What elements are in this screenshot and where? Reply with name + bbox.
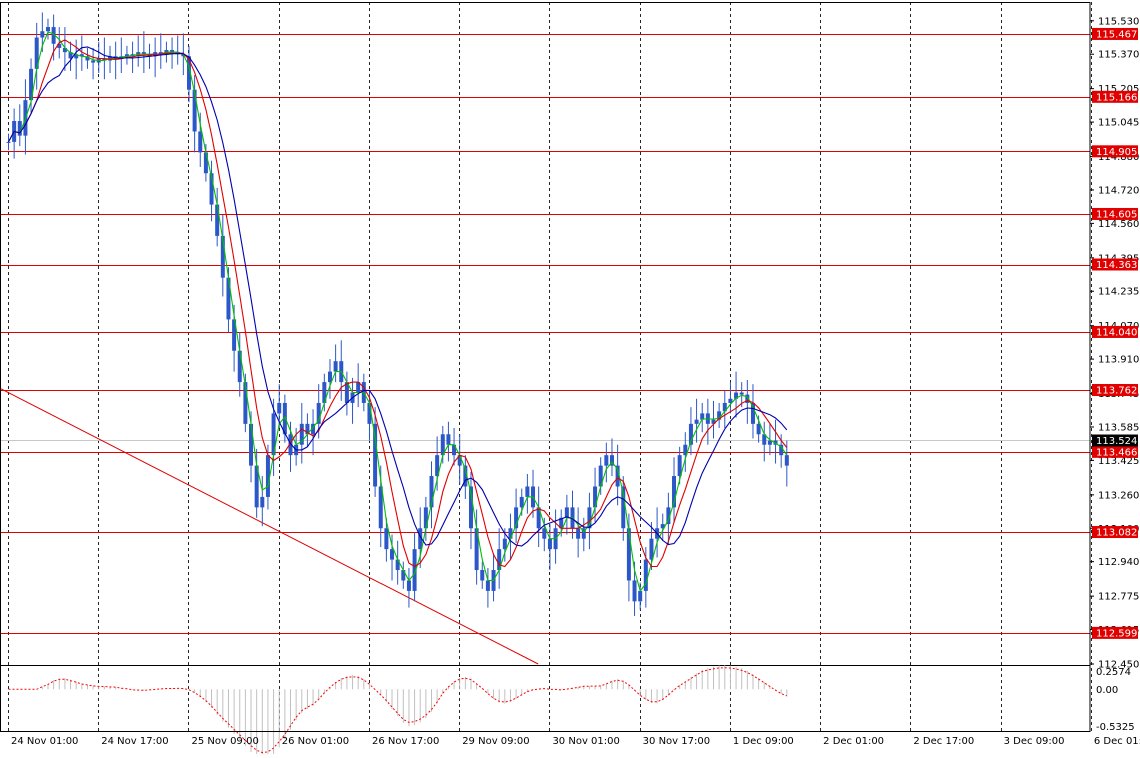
price-tick-label: 115.530 [1098,16,1139,27]
level-label: 115.467 [1096,29,1137,40]
candle-body [238,351,242,382]
level-label: 114.040 [1096,327,1137,338]
candle-body [249,424,253,466]
candle-body [757,424,761,434]
time-label: 2 Dec 01:00 [823,736,884,747]
candle-body [695,420,699,424]
candle-body [480,570,484,580]
price-tick-label: 114.560 [1098,219,1139,230]
candle-body [785,455,789,465]
time-label: 3 Dec 09:00 [1004,736,1065,747]
time-label: 26 Nov 17:00 [372,736,439,747]
candle-body [627,528,631,580]
candle-body [638,591,642,601]
price-tick-label: 112.450 [1098,660,1139,671]
candle-body [740,393,744,395]
price-tick-label: 114.235 [1098,287,1139,298]
price-tick-label: 112.940 [1098,557,1139,568]
candle-body [548,539,552,549]
price-tick-label: 113.260 [1098,490,1139,501]
candle-body [486,580,490,590]
candle-body [198,131,202,152]
candle-body [7,142,11,143]
candle-body [373,424,377,487]
candle-body [384,528,388,549]
time-label: 6 Dec 01:00 [1094,736,1140,747]
time-label: 24 Nov 17:00 [101,736,168,747]
time-label: 25 Nov 09:00 [191,736,258,747]
candle-body [525,486,529,496]
candle-body [520,497,524,507]
price-tick-label: 113.910 [1098,355,1139,366]
candle-body [334,361,338,371]
candle-body [407,580,411,590]
candle-body [277,403,281,413]
time-label: 2 Dec 17:00 [913,736,974,747]
candle-body [328,372,332,382]
candle-body [604,455,608,465]
time-label: 29 Nov 09:00 [462,736,529,747]
level-label: 114.605 [1096,209,1137,220]
candle-body [204,152,208,173]
level-label: 113.762 [1096,386,1137,397]
candle-body [193,90,197,132]
candle-body [40,31,44,37]
candle-body [91,60,95,62]
time-label: 24 Nov 01:00 [11,736,78,747]
candle-body [633,580,637,601]
price-chart: 0.25740.00-0.5325115.530115.370115.20511… [0,0,1140,754]
candle-body [508,528,512,538]
price-tick-label: 114.720 [1098,185,1139,196]
level-label: 114.905 [1096,147,1137,158]
price-tick-label: 115.045 [1098,118,1139,129]
oscillator-tick-label: -0.5325 [1096,722,1135,733]
level-label: 114.363 [1096,260,1137,271]
time-label: 1 Dec 09:00 [733,736,794,747]
current-price-label: 113.524 [1096,436,1137,447]
candle-body [542,528,546,538]
candle-body [503,539,507,549]
price-tick-label: 113.585 [1098,422,1139,433]
chart-background [0,0,1140,754]
level-label: 113.082 [1096,528,1137,539]
candle-body [215,205,219,236]
oscillator-tick-label: 0.00 [1096,685,1118,696]
candle-body [446,434,450,444]
candle-body [46,27,50,31]
time-label: 30 Nov 01:00 [552,736,619,747]
candle-body [576,528,580,538]
time-label: 26 Nov 01:00 [282,736,349,747]
level-label: 113.466 [1096,447,1137,458]
price-tick-label: 115.370 [1098,50,1139,61]
price-tick-label: 112.775 [1098,592,1139,603]
time-label: 30 Nov 17:00 [643,736,710,747]
candle-body [424,507,428,528]
level-label: 112.599 [1096,628,1137,639]
candle-body [260,497,264,507]
chart-root: 0.25740.00-0.5325115.530115.370115.20511… [0,0,1140,754]
level-label: 115.166 [1096,92,1137,103]
candle-body [390,549,394,559]
